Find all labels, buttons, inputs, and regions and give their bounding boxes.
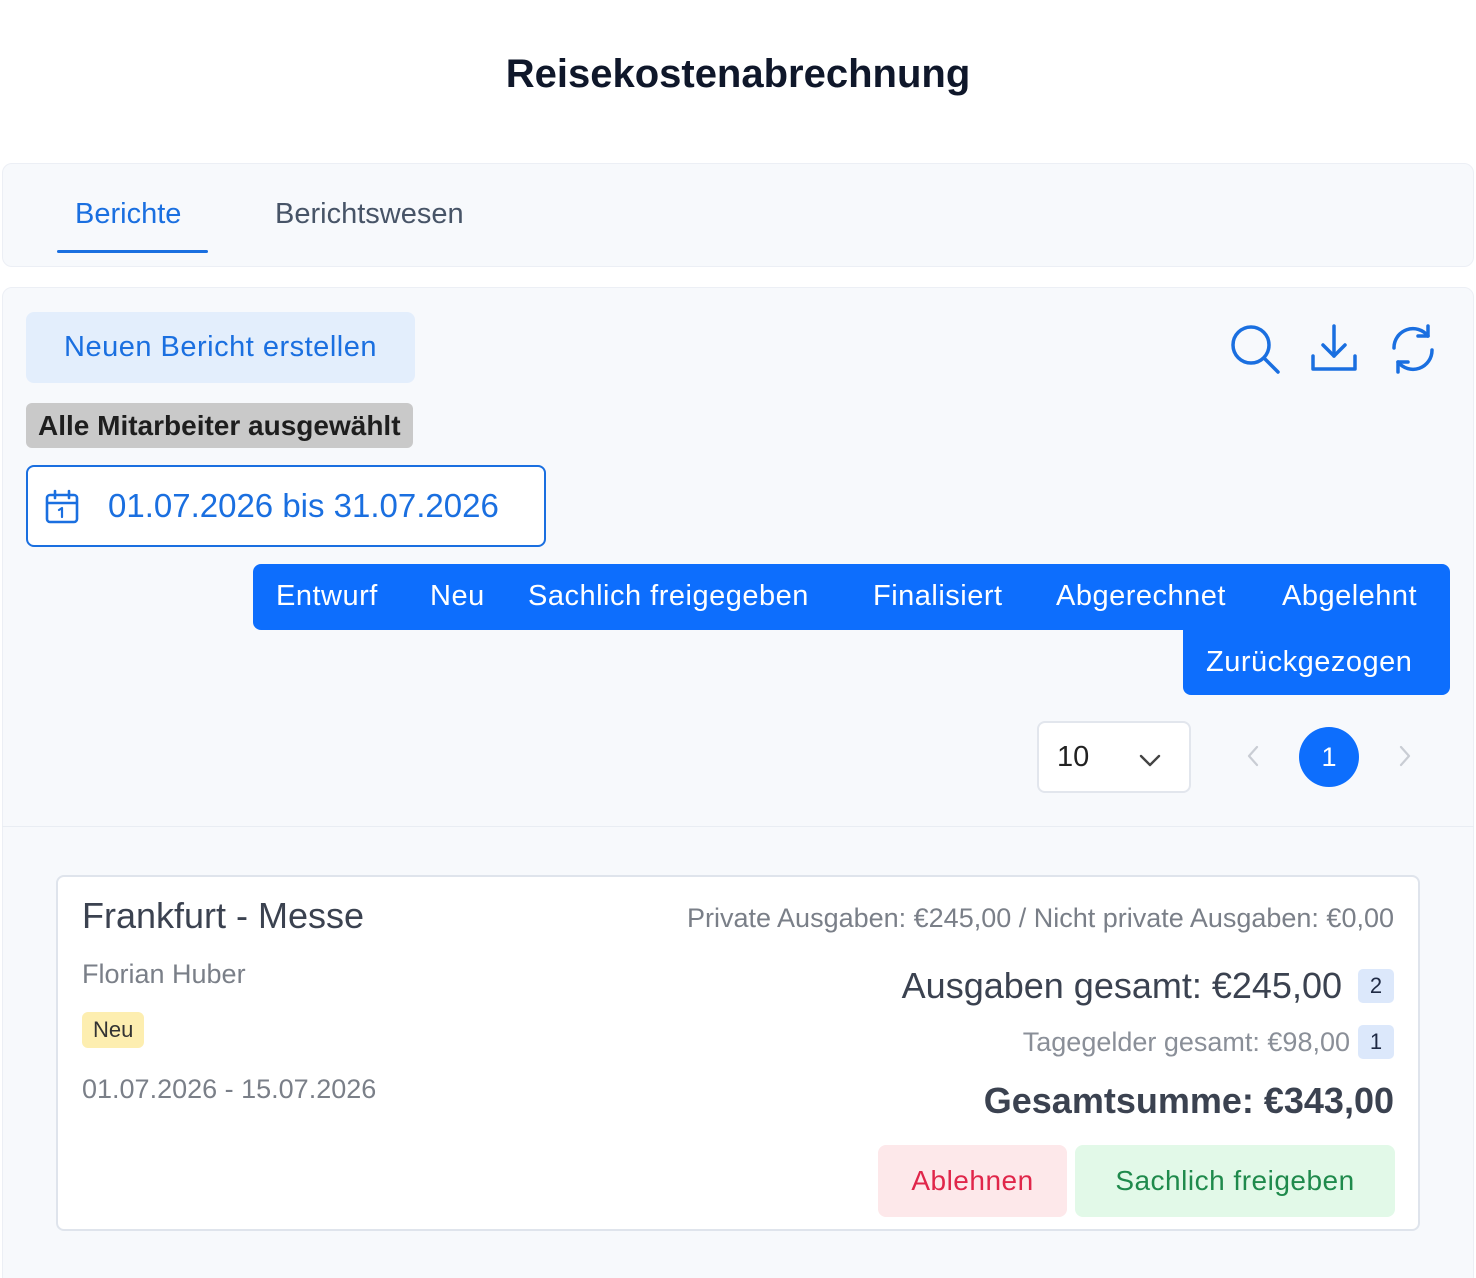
status-filter-finalisiert[interactable]: Finalisiert (873, 580, 1003, 613)
new-report-button[interactable]: Neuen Bericht erstellen (26, 312, 415, 383)
approve-button[interactable]: Sachlich freigeben (1075, 1145, 1395, 1217)
status-filter-abgelehnt[interactable]: Abgelehnt (1282, 580, 1417, 613)
expenses-count-badge: 2 (1358, 969, 1394, 1003)
page-size-select[interactable]: 10 (1037, 721, 1191, 793)
report-title: Frankfurt - Messe (82, 895, 365, 936)
refresh-icon[interactable] (1386, 322, 1440, 376)
section-divider (2, 826, 1474, 827)
reject-button[interactable]: Ablehnen (878, 1145, 1067, 1217)
calendar-icon (44, 489, 80, 525)
date-range-picker[interactable]: 01.07.2026 bis 31.07.2026 (26, 465, 546, 547)
employee-filter-chip[interactable]: Alle Mitarbeiter ausgewählt (26, 403, 413, 448)
search-icon[interactable] (1228, 322, 1282, 376)
download-icon[interactable] (1307, 322, 1361, 376)
chevron-left-icon (1247, 745, 1259, 767)
grand-total: Gesamtsumme: €343,00 (983, 1080, 1394, 1121)
page: Reisekostenabrechnung Berichte Berichtsw… (0, 0, 1476, 1278)
tab-berichtswesen[interactable]: Berichtswesen (275, 198, 464, 231)
status-filter-neu[interactable]: Neu (430, 580, 485, 613)
status-filter-abgerechnet[interactable]: Abgerechnet (1056, 580, 1226, 613)
next-page-button[interactable] (1392, 741, 1418, 771)
report-employee: Florian Huber (82, 959, 246, 989)
report-date-range: 01.07.2026 - 15.07.2026 (82, 1074, 377, 1104)
expenses-total-row: Ausgaben gesamt: €245,00 2 (902, 965, 1394, 1007)
page-title: Reisekostenabrechnung (505, 52, 971, 96)
allowances-count-badge: 1 (1358, 1025, 1394, 1059)
status-filter-zurueckgezogen[interactable]: Zurückgezogen (1206, 646, 1412, 679)
private-expenses-summary: Private Ausgaben: €245,00 / Nicht privat… (687, 903, 1394, 933)
status-badge: Neu (82, 1012, 145, 1048)
date-range-value: 01.07.2026 bis 31.07.2026 (108, 487, 499, 524)
report-card[interactable]: Frankfurt - Messe Florian Huber Neu 01.0… (56, 875, 1420, 1231)
employee-filter-label: Alle Mitarbeiter ausgewählt (38, 409, 401, 441)
tab-berichte[interactable]: Berichte (75, 198, 181, 231)
page-size-value: 10 (1057, 741, 1090, 773)
expenses-total: Ausgaben gesamt: €245,00 (901, 965, 1342, 1006)
allowances-total-row: Tagegelder gesamt: €98,00 1 (1023, 1025, 1394, 1059)
status-filter-sachlich-freigegeben[interactable]: Sachlich freigegeben (528, 580, 809, 613)
chevron-down-icon (1137, 747, 1163, 773)
page-button-current[interactable]: 1 (1299, 727, 1359, 787)
status-filter-entwurf[interactable]: Entwurf (276, 580, 378, 613)
active-tab-indicator (57, 250, 208, 253)
allowances-total: Tagegelder gesamt: €98,00 (1022, 1026, 1350, 1057)
chevron-right-icon (1399, 745, 1411, 767)
previous-page-button[interactable] (1240, 741, 1266, 771)
tabs-panel: Berichte Berichtswesen (2, 163, 1474, 267)
